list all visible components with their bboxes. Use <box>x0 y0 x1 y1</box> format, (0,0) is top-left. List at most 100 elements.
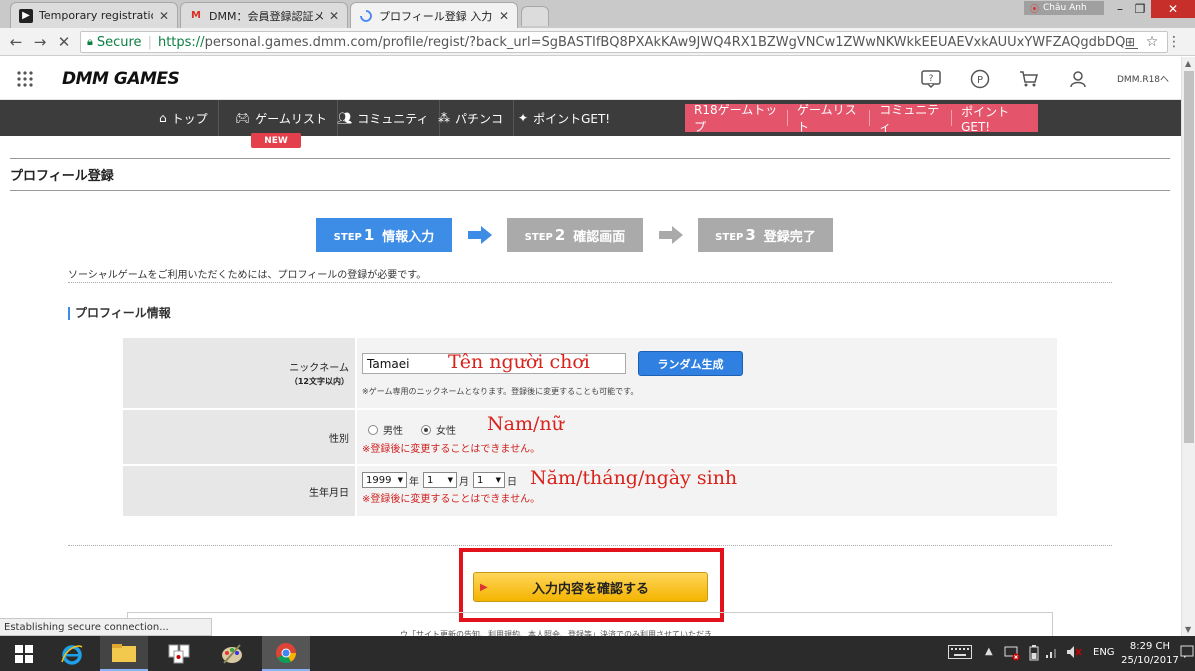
grid-menu-icon[interactable] <box>14 68 36 90</box>
mahjong-app-icon[interactable] <box>155 636 203 671</box>
scrollbar-thumb[interactable] <box>1184 71 1194 443</box>
browser-tab-dmm-mail[interactable]: M DMM：会員登録認証メ- ✕ <box>180 2 348 28</box>
radio-female[interactable] <box>421 424 431 435</box>
back-icon[interactable]: ← <box>6 32 26 52</box>
dmm-games-logo[interactable]: DMM GAMES <box>62 69 180 89</box>
gender-female-option[interactable]: 女性 <box>421 422 456 437</box>
menu-dots-icon[interactable]: ⋮ <box>1164 32 1184 52</box>
help-icon[interactable]: ? <box>920 68 942 90</box>
intro-text: ソーシャルゲームをご利用いただくためには、プロフィールの登録が必要です。 <box>68 270 427 281</box>
step-2-confirm: STEP 2 確認画面 <box>507 218 643 252</box>
notifications-icon[interactable] <box>1180 645 1194 662</box>
nav-item-game-list[interactable]: 🎮︎ ゲームリスト <box>225 100 338 136</box>
nickname-label: ニックネーム <box>289 363 349 374</box>
cart-icon[interactable] <box>1018 68 1040 90</box>
user-account-icon[interactable] <box>1067 68 1089 90</box>
gender-value-cell: 男性 女性 ※登録後に変更することはできません。 <box>357 410 1057 464</box>
gmail-icon: M <box>191 10 201 21</box>
step-number: 2 <box>554 226 566 244</box>
page-scrollbar[interactable]: ▲ ▼ <box>1181 57 1195 636</box>
chrome-icon[interactable] <box>262 636 310 671</box>
r18-nav-community[interactable]: コミュニティ <box>870 103 953 134</box>
dmm-favicon-icon: ▶ <box>19 8 33 23</box>
birth-year-select[interactable]: 1999 ▼ <box>362 472 407 488</box>
step-arrow-icon <box>659 226 683 244</box>
maximize-window-icon[interactable]: ❐ <box>1126 0 1154 18</box>
birth-label: 生年月日 <box>309 487 349 499</box>
browser-profile-chip[interactable]: ⦿ Châu Anh <box>1024 1 1104 15</box>
translate-icon[interactable]: ⊞ <box>1120 32 1140 52</box>
dmm-r18-link[interactable]: DMM.R18へ <box>1117 72 1169 85</box>
r18-nav-game-top[interactable]: R18ゲームトップ <box>685 103 788 134</box>
secure-label: Secure <box>96 34 142 50</box>
close-tab-icon[interactable]: ✕ <box>159 9 169 23</box>
profile-form: ニックネーム （12文字以内） ランダム生成 ※ゲーム専用のニックネームとなりま… <box>123 338 1057 516</box>
new-tab-button[interactable] <box>521 6 549 26</box>
r18-nav-point-get[interactable]: ポイントGET! <box>952 105 1038 134</box>
taskbar-clock[interactable]: 8:29 CH 25/10/2017 <box>1120 640 1180 668</box>
file-explorer-icon[interactable] <box>100 636 148 671</box>
nickname-note: ※ゲーム専用のニックネームとなります。登録後に変更することも可能です。 <box>362 387 639 396</box>
nav-item-community[interactable]: 👥︎ コミュニティ <box>327 100 440 136</box>
signal-icon[interactable] <box>1045 645 1059 662</box>
svg-text:P: P <box>977 75 983 86</box>
nickname-label-cell: ニックネーム （12文字以内） <box>123 338 355 408</box>
close-window-icon[interactable]: ✕ <box>1151 0 1195 18</box>
clock-time: 8:29 CH <box>1129 641 1171 652</box>
profile-icon: ⦿ <box>1030 4 1040 15</box>
birth-month-select[interactable]: 1 ▼ <box>423 472 457 488</box>
sparkle-icon: ✦ <box>518 111 529 125</box>
annotation-nickname: Tên người chơi <box>448 351 590 373</box>
gender-label: 性別 <box>329 433 349 445</box>
r18-nav-bar: R18ゲームトップ ゲームリスト コミュニティ ポイントGET! <box>685 103 1038 134</box>
birth-day-select[interactable]: 1 ▼ <box>473 472 505 488</box>
scroll-down-icon[interactable]: ▼ <box>1185 625 1191 634</box>
windows-start-icon[interactable] <box>0 636 48 671</box>
nav-item-top[interactable]: ⌂ トップ <box>149 100 219 136</box>
close-tab-icon[interactable]: ✕ <box>329 9 339 23</box>
forward-icon[interactable]: → <box>30 32 50 52</box>
tray-expand-icon[interactable]: ▲ <box>985 646 993 657</box>
close-tab-icon[interactable]: ✕ <box>499 9 509 23</box>
address-bar[interactable]: 🔒︎ Secure | https:// personal.games.dmm.… <box>80 31 1168 53</box>
annotation-gender: Nam/nữ <box>487 413 564 435</box>
bookmark-star-icon[interactable]: ☆ <box>1142 32 1162 52</box>
random-generate-button[interactable]: ランダム生成 <box>638 351 743 376</box>
nav-item-pachinko[interactable]: ⁂ パチンコ <box>428 100 515 136</box>
keyboard-icon[interactable] <box>948 645 972 662</box>
page-title: プロフィール登録 <box>10 169 114 184</box>
internet-explorer-icon[interactable] <box>48 636 96 671</box>
loading-spinner-icon <box>359 9 373 23</box>
step-1-info-input: STEP 1 情報入力 <box>316 218 452 252</box>
battery-icon[interactable] <box>1029 645 1039 664</box>
step-3-complete: STEP 3 登録完了 <box>698 218 833 252</box>
birth-year-value: 1999 <box>366 474 392 486</box>
browser-toolbar: ← → ✕ 🔒︎ Secure | https:// personal.game… <box>0 28 1195 56</box>
r18-nav-game-list[interactable]: ゲームリスト <box>788 103 871 134</box>
step-word: STEP <box>715 231 744 243</box>
scroll-up-icon[interactable]: ▲ <box>1185 59 1191 68</box>
divider <box>68 282 1112 283</box>
input-language[interactable]: ENG <box>1093 647 1115 658</box>
tab-title: DMM：会員登録認証メ- <box>209 9 323 23</box>
paint-app-icon[interactable] <box>208 636 256 671</box>
annotation-birthdate: Năm/tháng/ngày sinh <box>530 467 738 489</box>
points-icon[interactable]: P <box>969 68 991 90</box>
divider <box>68 545 1112 546</box>
url-separator: | <box>147 34 152 50</box>
step-word: STEP <box>524 231 553 243</box>
nav-item-point-get[interactable]: ✦ ポイントGET! <box>508 100 620 136</box>
browser-tab-profile-registration[interactable]: プロフィール登録 入力 - オン ✕ <box>350 2 518 28</box>
pachinko-balls-icon: ⁂ <box>438 111 450 125</box>
network-alert-icon[interactable] <box>1004 645 1020 664</box>
radio-male[interactable] <box>368 424 378 435</box>
profile-name: Châu Anh <box>1043 3 1087 13</box>
nickname-sublabel: （12文字以内） <box>289 377 349 386</box>
browser-tab-temporary-registration[interactable]: ▶ Temporary registration c ✕ <box>10 2 178 28</box>
stop-loading-icon[interactable]: ✕ <box>54 32 74 52</box>
gender-male-option[interactable]: 男性 <box>368 422 403 437</box>
secure-indicator[interactable]: 🔒︎ Secure <box>87 35 142 50</box>
form-row-nickname: ニックネーム （12文字以内） ランダム生成 ※ゲーム専用のニックネームとなりま… <box>123 338 1057 408</box>
volume-muted-icon[interactable] <box>1066 645 1082 662</box>
step-number: 3 <box>745 226 756 244</box>
